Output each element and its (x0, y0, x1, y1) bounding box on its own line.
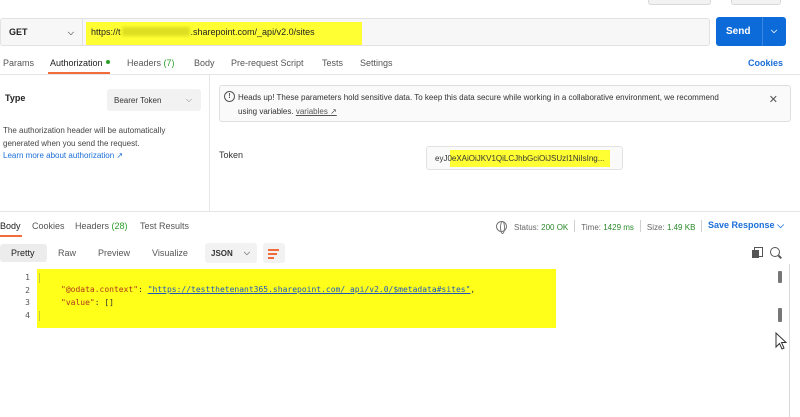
size-label: Size: (646, 223, 665, 232)
status-value[interactable]: 200 OK (541, 223, 568, 232)
globe-icon[interactable] (496, 221, 507, 234)
chevron-down-icon: ⌵ (185, 95, 192, 104)
send-button[interactable]: Send ⌵ (716, 17, 786, 46)
json-link-value[interactable]: "https://testthetenant365.sharepoint.com… (148, 285, 471, 294)
size-value[interactable]: 1.49 KB (667, 223, 695, 232)
fold-marker-icon[interactable] (39, 311, 44, 321)
json-value: [] (104, 297, 114, 307)
wrap-lines-icon-line (268, 257, 274, 259)
tab-headers-label: Headers (127, 58, 162, 68)
view-pretty-button[interactable]: Pretty (0, 244, 47, 262)
wrap-lines-button[interactable] (263, 243, 285, 263)
method-select[interactable]: GET ⌵ (0, 18, 82, 46)
send-divider (762, 17, 763, 46)
status-label: Status: (514, 223, 539, 232)
close-icon[interactable]: ✕ (769, 93, 778, 106)
chevron-down-icon: ⌵ (243, 248, 250, 257)
tab-prerequest-script[interactable]: Pre-request Script (231, 58, 304, 68)
tab-headers[interactable]: Headers (7) (127, 58, 175, 68)
response-status-bar: Status: 200 OK Time: 1429 ms Size: 1.49 KB (496, 220, 708, 234)
wrap-lines-icon-line (268, 253, 277, 255)
auth-type-label: Type (5, 93, 26, 103)
line-number: 1 (25, 273, 30, 282)
separator (701, 220, 703, 232)
json-key: "@odata.context" (61, 285, 139, 294)
search-icon[interactable] (770, 247, 780, 257)
url-text: https://t .sharepoint.com/_api/v2.0/sites (91, 27, 315, 37)
line-number: 4 (25, 310, 30, 320)
active-tab-indicator (0, 235, 22, 237)
url-suffix: .sharepoint.com/_api/v2.0/sites (190, 27, 315, 37)
top-toolbar-button[interactable] (648, 0, 711, 5)
view-raw-button[interactable]: Raw (58, 244, 76, 262)
info-icon: ! (224, 91, 235, 102)
auth-help-text: The authorization header will be automat… (3, 126, 166, 148)
chevron-down-icon: ⌵ (67, 28, 74, 37)
tab-body[interactable]: Body (194, 58, 215, 68)
separator (574, 220, 576, 232)
scrollbar-track[interactable] (789, 264, 790, 417)
response-tab-test-results[interactable]: Test Results (140, 221, 189, 231)
scrollbar-thumb[interactable] (778, 308, 782, 322)
line-number: 2 (25, 285, 30, 295)
time-value[interactable]: 1429 ms (603, 223, 634, 232)
sensitive-data-notice: ! Heads up! These parameters hold sensit… (219, 85, 791, 122)
scrollbar-thumb[interactable] (778, 271, 782, 283)
top-toolbar-button-2[interactable] (731, 0, 781, 5)
tab-authorization-label: Authorization (50, 58, 103, 68)
save-response-button[interactable]: Save Response ⌵ (708, 220, 784, 231)
response-tab-headers[interactable]: Headers (28) (75, 221, 128, 231)
time-label: Time: (581, 223, 601, 232)
send-label: Send (726, 26, 751, 37)
auth-type-select[interactable]: Bearer Token ⌵ (107, 89, 201, 111)
url-redacted (121, 27, 190, 36)
chevron-down-icon: ⌵ (777, 220, 784, 230)
token-label: Token (219, 150, 244, 160)
tab-tests[interactable]: Tests (322, 58, 343, 68)
auth-type-value: Bearer Token (114, 96, 162, 105)
line-number: 3 (25, 298, 30, 307)
notice-text: Heads up! These parameters hold sensitiv… (238, 91, 738, 119)
token-value: eyJ0eXAiOiJKV1QiLCJhbGciOiJSUzI1NiIsIng.… (435, 154, 605, 163)
tab-params[interactable]: Params (3, 58, 34, 68)
url-input[interactable]: https://t .sharepoint.com/_api/v2.0/sites (82, 18, 710, 46)
response-tab-headers-label: Headers (75, 221, 110, 231)
active-dot-icon (105, 60, 110, 64)
cookies-link[interactable]: Cookies (748, 58, 783, 68)
postman-window: GET ⌵ https://t .sharepoint.com/_api/v2.0… (0, 0, 800, 417)
format-select[interactable]: JSON ⌵ (205, 243, 257, 263)
copy-icon[interactable] (752, 247, 763, 258)
response-body[interactable]: "@odata.context": "https://testthetenant… (61, 284, 475, 309)
separator (639, 220, 641, 232)
chevron-down-icon[interactable]: ⌵ (771, 26, 777, 36)
save-response-label: Save Response (708, 220, 775, 230)
method-value: GET (9, 27, 28, 37)
wrap-lines-icon (268, 249, 279, 251)
view-preview-button[interactable]: Preview (98, 244, 130, 262)
tab-authorization[interactable]: Authorization (50, 58, 110, 68)
view-visualize-button[interactable]: Visualize (152, 244, 188, 262)
response-tab-headers-count: (28) (111, 221, 128, 231)
divider (0, 211, 800, 212)
url-prefix: https://t (91, 27, 121, 37)
mouse-cursor-icon (775, 332, 787, 350)
tab-headers-count: (7) (163, 58, 175, 68)
tab-settings[interactable]: Settings (360, 58, 393, 68)
response-tab-body[interactable]: Body (0, 221, 21, 231)
learn-more-link[interactable]: Learn more about authorization ↗ (3, 151, 123, 160)
token-input[interactable]: eyJ0eXAiOiJKV1QiLCJhbGciOiJSUzI1NiIsIng.… (426, 146, 623, 170)
response-tab-cookies[interactable]: Cookies (32, 221, 65, 231)
format-value: JSON (211, 249, 233, 258)
json-key: "value" (61, 297, 95, 307)
fold-marker-icon[interactable] (39, 273, 44, 283)
line-numbers: 1 2 3 4 (0, 272, 30, 322)
variables-link[interactable]: variables ↗ (296, 107, 337, 116)
